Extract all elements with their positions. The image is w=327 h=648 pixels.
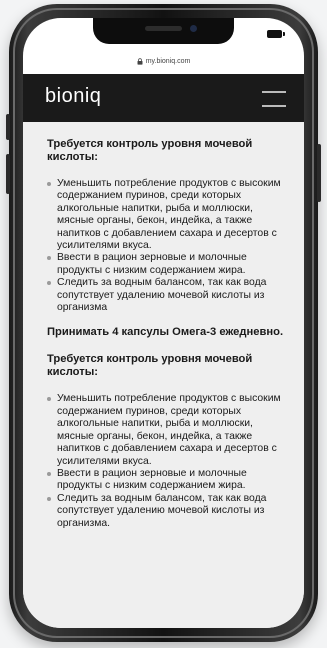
bullet-icon [47,182,51,186]
battery-icon [267,30,285,38]
phone-volume-button [6,154,10,194]
speaker-grille [145,26,182,31]
list-item: Следить за водным балансом, так как вода… [47,493,290,530]
recommendation-list: Уменьшить потребление продуктов с высоки… [47,178,290,314]
list-item-text: Ввести в рацион зерновые и молочные прод… [57,467,247,492]
site-header: bioniq [23,74,304,122]
list-item: Уменьшить потребление продуктов с высоки… [47,178,290,252]
bioniq-logo[interactable]: bioniq [45,85,101,108]
bullet-icon [47,471,51,476]
list-item: Уменьшить потребление продуктов с высоки… [47,393,290,467]
list-item: Ввести в рацион зерновые и молочные прод… [47,252,290,277]
phone-notch [93,18,234,44]
omega-note: Принимать 4 капсулы Омега-3 ежедневно. [47,326,284,339]
url-text[interactable]: my.bioniq.com [146,58,191,65]
lock-icon [137,57,143,65]
recommendation-list: Уменьшить потребление продуктов с высоки… [47,393,290,529]
list-item: Следить за водным балансом, так как вода… [47,277,290,314]
list-item-text: Следить за водным балансом, так как вода… [57,277,267,314]
phone-side-button [317,144,321,202]
url-bar[interactable]: my.bioniq.com [23,54,304,68]
bullet-icon [47,496,51,501]
list-item-text: Уменьшить потребление продуктов с высоки… [57,393,281,467]
menu-icon[interactable] [262,89,286,107]
section-heading: Требуется контроль уровня мочевой кислот… [47,353,253,379]
phone-volume-button [6,114,10,140]
bullet-icon [47,281,51,286]
phone-screen: my.bioniq.com bioniq Требуется контроль … [23,18,304,628]
bullet-icon [47,397,51,402]
list-item-text: Ввести в рацион зерновые и молочные прод… [57,252,247,276]
section-heading: Требуется контроль уровня мочевой кислот… [47,138,253,163]
bullet-icon [47,256,51,261]
front-camera [190,25,197,32]
list-item-text: Уменьшить потребление продуктов с высоки… [57,178,281,252]
phone-frame: my.bioniq.com bioniq Требуется контроль … [6,4,321,642]
recommendations-content: Требуется контроль уровня мочевой кислот… [23,122,304,628]
list-item: Ввести в рацион зерновые и молочные прод… [47,468,290,493]
list-item-text: Следить за водным балансом, так как вода… [57,492,267,529]
